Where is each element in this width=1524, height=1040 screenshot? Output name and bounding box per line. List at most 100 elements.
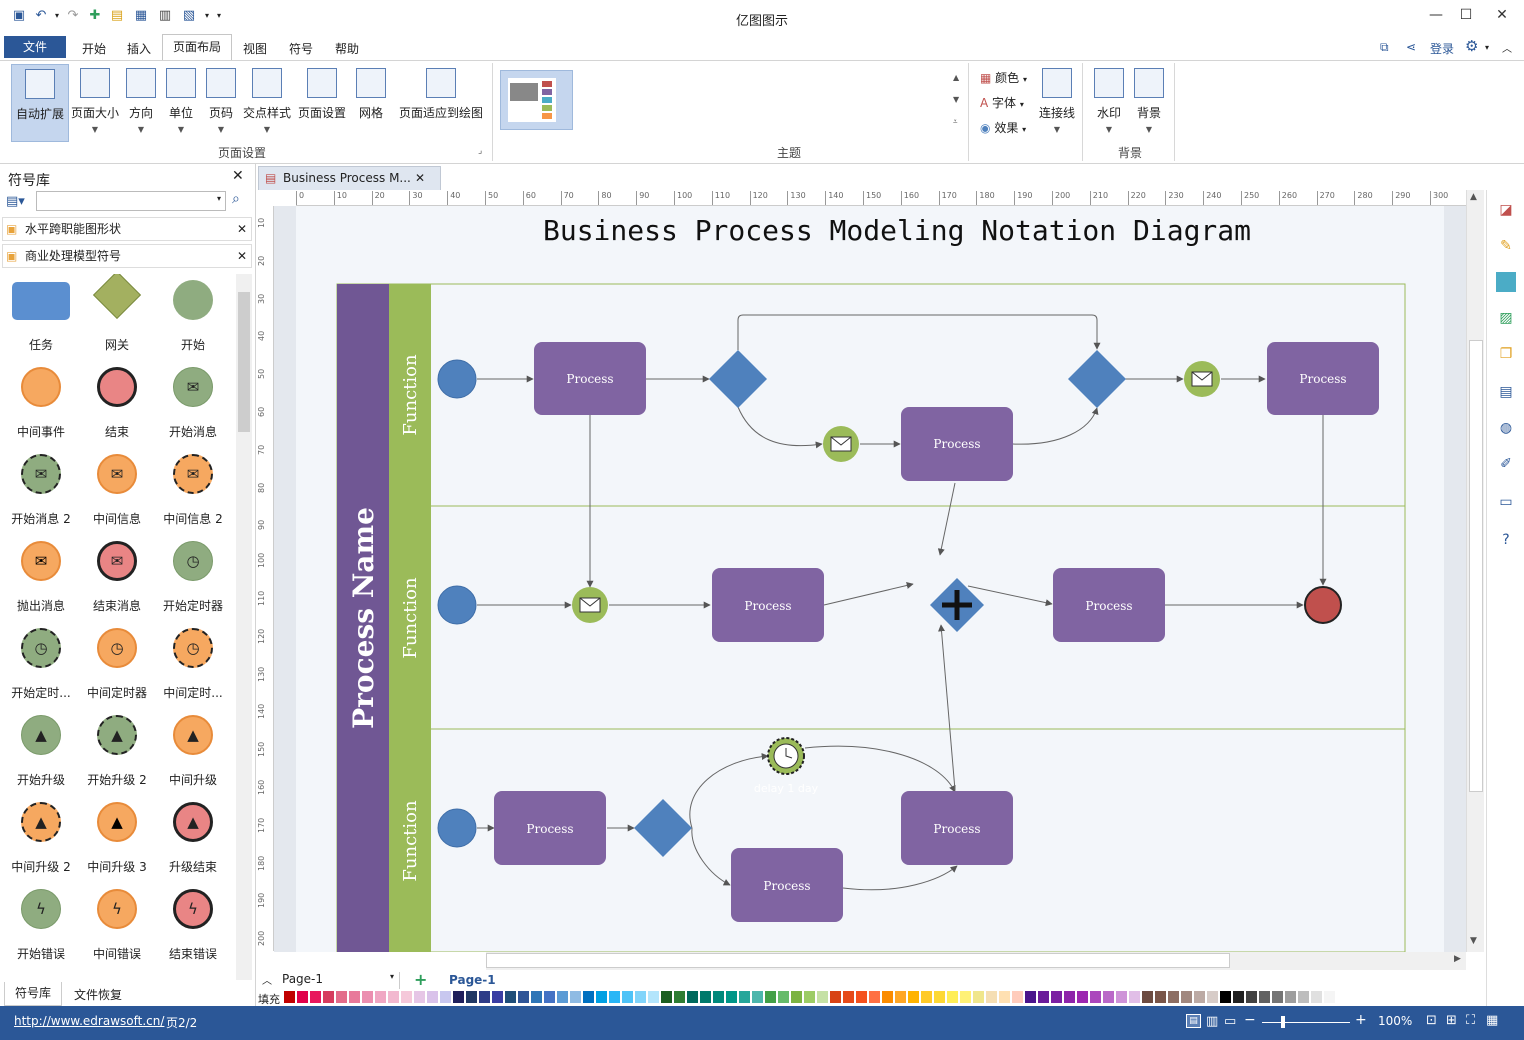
color-swatch[interactable] — [999, 991, 1010, 1003]
page-list-icon[interactable]: ▤ — [1496, 382, 1516, 402]
color-swatch[interactable] — [739, 991, 750, 1003]
color-swatch[interactable] — [1181, 991, 1192, 1003]
color-swatch[interactable] — [947, 991, 958, 1003]
scroll-up-icon[interactable]: ▲ — [1470, 192, 1477, 202]
page-setup-button[interactable]: 页面设置 — [296, 64, 348, 142]
color-swatch[interactable] — [1246, 991, 1257, 1003]
zoom-level[interactable]: 100% — [1378, 1014, 1412, 1028]
theme-scroll-down-icon[interactable]: ▼ — [953, 95, 959, 104]
library-shape[interactable]: ✉ 开始消息 — [155, 361, 231, 447]
menu-file[interactable]: 文件 — [4, 36, 66, 58]
library-shape[interactable]: 任务 — [3, 274, 79, 360]
start-event[interactable] — [437, 359, 477, 399]
library-menu-icon[interactable]: ▤▾ — [6, 194, 25, 209]
color-swatch[interactable] — [1129, 991, 1140, 1003]
theme-more-icon[interactable]: ⩡ — [953, 117, 958, 127]
color-swatch[interactable] — [349, 991, 360, 1003]
color-swatch[interactable] — [1038, 991, 1049, 1003]
color-swatch[interactable] — [1272, 991, 1283, 1003]
message-event[interactable] — [572, 587, 608, 623]
library-shape[interactable]: ◷ 开始定时器 — [155, 535, 231, 621]
page-number-button[interactable]: 页码 ▼ — [202, 64, 240, 142]
library-shape[interactable]: ▲ 开始升级 — [3, 709, 79, 795]
color-swatch[interactable] — [401, 991, 412, 1003]
line-style-icon[interactable]: ✎ — [1496, 236, 1516, 256]
horizontal-scrollbar[interactable]: ▶ — [486, 952, 1466, 970]
scroll-right-icon[interactable]: ▶ — [1454, 954, 1461, 964]
document-tab[interactable]: ▤ Business Process M... ✕ — [258, 166, 441, 190]
crossover-style-button[interactable]: 交点样式 ▼ — [242, 64, 292, 142]
library-shape[interactable]: ϟ 结束错误 — [155, 883, 231, 969]
presentation-view-icon[interactable]: ▭ — [1224, 1014, 1236, 1029]
color-swatch[interactable] — [518, 991, 529, 1003]
color-swatch[interactable] — [726, 991, 737, 1003]
color-swatch[interactable] — [1233, 991, 1244, 1003]
color-swatch[interactable] — [882, 991, 893, 1003]
menu-insert[interactable]: 插入 — [127, 40, 151, 57]
color-swatch[interactable] — [453, 991, 464, 1003]
color-swatch[interactable] — [362, 991, 373, 1003]
zoom-in-icon[interactable]: + — [1355, 1012, 1367, 1028]
color-swatch[interactable] — [1142, 991, 1153, 1003]
help-icon[interactable]: ? — [1496, 530, 1516, 550]
color-swatch[interactable] — [1025, 991, 1036, 1003]
tab-page-1[interactable]: Page-1 — [449, 973, 496, 987]
add-page-icon[interactable]: + — [414, 970, 427, 989]
color-swatch[interactable] — [479, 991, 490, 1003]
full-screen-icon[interactable]: ⛶ — [1466, 1013, 1475, 1028]
color-swatch[interactable] — [1220, 991, 1231, 1003]
color-swatch[interactable] — [804, 991, 815, 1003]
start-event[interactable] — [437, 808, 477, 848]
diagram-page[interactable]: Business Process Modeling Notation Diagr… — [296, 206, 1444, 952]
library-search-input[interactable]: ▾ — [36, 191, 226, 211]
color-swatch[interactable] — [544, 991, 555, 1003]
color-swatch[interactable] — [1051, 991, 1062, 1003]
library-shape[interactable]: 开始 — [155, 274, 231, 360]
fill-icon[interactable]: ◪ — [1496, 200, 1516, 220]
tab-file-recovery[interactable]: 文件恢复 — [74, 986, 122, 1003]
shadow-icon[interactable] — [1496, 272, 1516, 292]
hyperlink-icon[interactable]: ◍ — [1496, 418, 1516, 438]
color-swatch[interactable] — [1285, 991, 1296, 1003]
color-swatch[interactable] — [622, 991, 633, 1003]
vertical-scrollbar[interactable]: ▲ ▼ — [1466, 190, 1484, 952]
scrollbar-thumb[interactable] — [1469, 340, 1483, 792]
menu-home[interactable]: 开始 — [82, 40, 106, 57]
share-screen-icon[interactable]: ⧉ — [1380, 40, 1389, 55]
theme-thumbnail[interactable] — [500, 70, 573, 130]
grid-button[interactable]: 网格 — [352, 64, 390, 142]
library-item[interactable]: ▣ 商业处理模型符号 ✕ — [2, 244, 252, 268]
color-swatch[interactable] — [323, 991, 334, 1003]
color-swatch[interactable] — [687, 991, 698, 1003]
scroll-down-icon[interactable]: ▼ — [1470, 936, 1477, 946]
zoom-slider-thumb[interactable] — [1281, 1016, 1285, 1028]
library-shape[interactable]: ▲ 中间升级 — [155, 709, 231, 795]
timer-event[interactable] — [767, 737, 805, 775]
unit-button[interactable]: 单位 ▼ — [162, 64, 200, 142]
color-swatch[interactable] — [843, 991, 854, 1003]
library-shape[interactable]: 中间事件 — [3, 361, 79, 447]
settings-gear-icon[interactable]: ⚙ — [1465, 37, 1478, 55]
color-swatch[interactable] — [830, 991, 841, 1003]
scrollbar-thumb[interactable] — [238, 292, 250, 432]
collapse-icon[interactable]: ︿ — [262, 972, 272, 987]
scrollbar-thumb[interactable] — [486, 953, 1230, 968]
color-swatch[interactable] — [583, 991, 594, 1003]
library-shape[interactable]: ✉ 中间信息 2 — [155, 448, 231, 534]
color-swatch[interactable] — [1259, 991, 1270, 1003]
color-swatch[interactable] — [661, 991, 672, 1003]
color-swatch[interactable] — [986, 991, 997, 1003]
menu-page-layout[interactable]: 页面布局 — [162, 34, 232, 60]
library-shape[interactable]: ▲ 开始升级 2 — [79, 709, 155, 795]
close-icon[interactable]: ✕ — [1486, 4, 1518, 26]
notes-icon[interactable]: ✐ — [1496, 454, 1516, 474]
tab-symbol-library[interactable]: 符号库 — [4, 982, 62, 1006]
color-swatch[interactable] — [973, 991, 984, 1003]
normal-view-icon[interactable]: ▤ — [1186, 1014, 1201, 1028]
message-event[interactable] — [1184, 361, 1220, 397]
library-shape[interactable]: ✉ 抛出消息 — [3, 535, 79, 621]
close-tab-icon[interactable]: ✕ — [415, 167, 425, 189]
color-swatch[interactable] — [817, 991, 828, 1003]
color-swatch[interactable] — [1116, 991, 1127, 1003]
background-button[interactable]: 背景 ▼ — [1130, 64, 1168, 142]
